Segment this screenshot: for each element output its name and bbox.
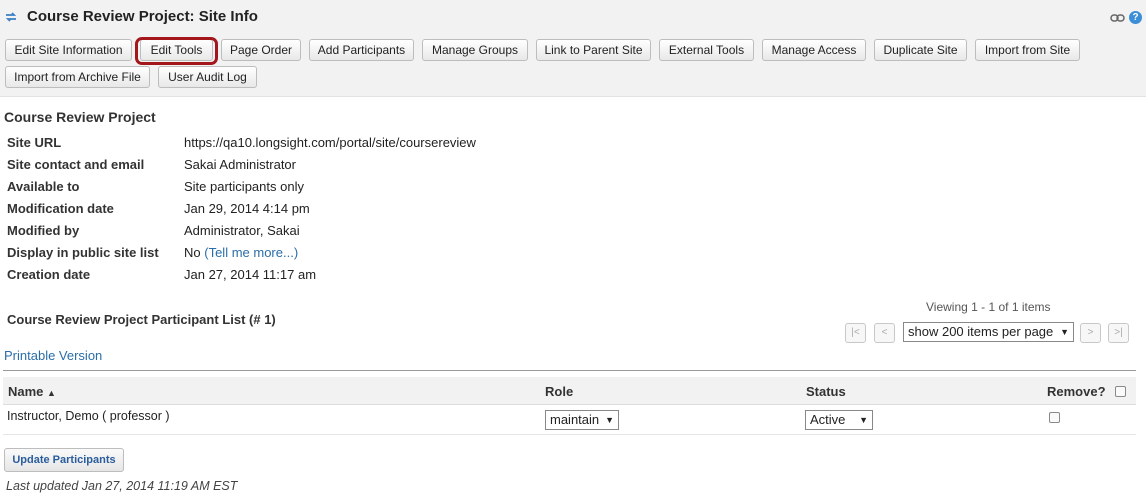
site-contact-label: Site contact and email bbox=[7, 157, 145, 172]
page-title: Course Review Project: Site Info bbox=[27, 8, 258, 25]
participant-list-title: Course Review Project Participant List (… bbox=[7, 312, 276, 327]
public-site-list-answer: No bbox=[184, 245, 201, 260]
tell-me-more-link[interactable]: (Tell me more...) bbox=[204, 245, 298, 260]
status-column-header: Status bbox=[806, 384, 846, 399]
name-column-header[interactable]: Name ▲ bbox=[8, 384, 56, 399]
modified-by-value: Administrator, Sakai bbox=[184, 223, 300, 238]
role-column-header: Role bbox=[545, 384, 574, 399]
link-icon[interactable] bbox=[1110, 13, 1125, 23]
page-size-select[interactable]: show 200 items per page ▼ bbox=[903, 322, 1074, 342]
printable-version-link[interactable]: Printable Version bbox=[4, 348, 102, 363]
remove-all-checkbox[interactable] bbox=[1115, 386, 1126, 397]
refresh-icon[interactable] bbox=[4, 10, 18, 24]
site-url-value: https://qa10.longsight.com/portal/site/c… bbox=[184, 135, 476, 150]
first-page-button[interactable]: |< bbox=[845, 323, 866, 343]
next-page-button[interactable]: > bbox=[1080, 323, 1101, 343]
previous-page-button[interactable]: < bbox=[874, 323, 895, 343]
viewing-count: Viewing 1 - 1 of 1 items bbox=[926, 300, 1051, 314]
site-url-label: Site URL bbox=[7, 135, 62, 150]
duplicate-site-button[interactable]: Duplicate Site bbox=[874, 39, 967, 61]
edit-site-information-button[interactable]: Edit Site Information bbox=[5, 39, 132, 61]
edit-tools-highlight bbox=[135, 37, 218, 65]
divider bbox=[3, 370, 1136, 371]
manage-groups-button[interactable]: Manage Groups bbox=[422, 39, 528, 61]
import-from-archive-file-button[interactable]: Import from Archive File bbox=[5, 66, 150, 88]
page-size-value: show 200 items per page bbox=[908, 324, 1054, 339]
available-to-label: Available to bbox=[7, 179, 80, 194]
dropdown-arrow-icon: ▼ bbox=[859, 415, 868, 425]
name-column-label: Name bbox=[8, 384, 44, 399]
role-select[interactable]: maintain ▼ bbox=[545, 410, 619, 430]
site-name-heading: Course Review Project bbox=[4, 109, 156, 125]
creation-date-value: Jan 27, 2014 11:17 am bbox=[184, 267, 317, 282]
remove-participant-checkbox[interactable] bbox=[1049, 412, 1060, 423]
user-audit-log-button[interactable]: User Audit Log bbox=[158, 66, 257, 88]
creation-date-label: Creation date bbox=[7, 267, 91, 282]
dropdown-arrow-icon: ▼ bbox=[605, 415, 614, 425]
available-to-value: Site participants only bbox=[184, 179, 304, 194]
participant-name: Instructor, Demo ( professor ) bbox=[7, 409, 170, 423]
site-contact-value: Sakai Administrator bbox=[184, 157, 296, 172]
sort-ascending-icon: ▲ bbox=[47, 388, 56, 398]
status-value: Active bbox=[810, 412, 846, 427]
modified-by-label: Modified by bbox=[7, 223, 80, 238]
manage-access-button[interactable]: Manage Access bbox=[762, 39, 866, 61]
external-tools-button[interactable]: External Tools bbox=[659, 39, 754, 61]
dropdown-arrow-icon: ▼ bbox=[1060, 327, 1069, 337]
link-to-parent-site-button[interactable]: Link to Parent Site bbox=[536, 39, 651, 61]
role-value: maintain bbox=[550, 412, 600, 427]
modification-date-label: Modification date bbox=[7, 201, 114, 216]
update-participants-button[interactable]: Update Participants bbox=[4, 448, 124, 472]
help-icon[interactable]: ? bbox=[1129, 11, 1142, 24]
modification-date-value: Jan 29, 2014 4:14 pm bbox=[184, 201, 310, 216]
last-page-button[interactable]: >| bbox=[1108, 323, 1129, 343]
remove-column-header: Remove? bbox=[1047, 384, 1106, 399]
add-participants-button[interactable]: Add Participants bbox=[309, 39, 414, 61]
public-site-list-label: Display in public site list bbox=[7, 245, 159, 260]
page-order-button[interactable]: Page Order bbox=[221, 39, 301, 61]
last-updated-text: Last updated Jan 27, 2014 11:19 AM EST bbox=[6, 479, 238, 493]
import-from-site-button[interactable]: Import from Site bbox=[975, 39, 1080, 61]
public-site-list-value: No (Tell me more...) bbox=[184, 245, 298, 260]
row-divider bbox=[3, 434, 1136, 435]
status-select[interactable]: Active ▼ bbox=[805, 410, 873, 430]
